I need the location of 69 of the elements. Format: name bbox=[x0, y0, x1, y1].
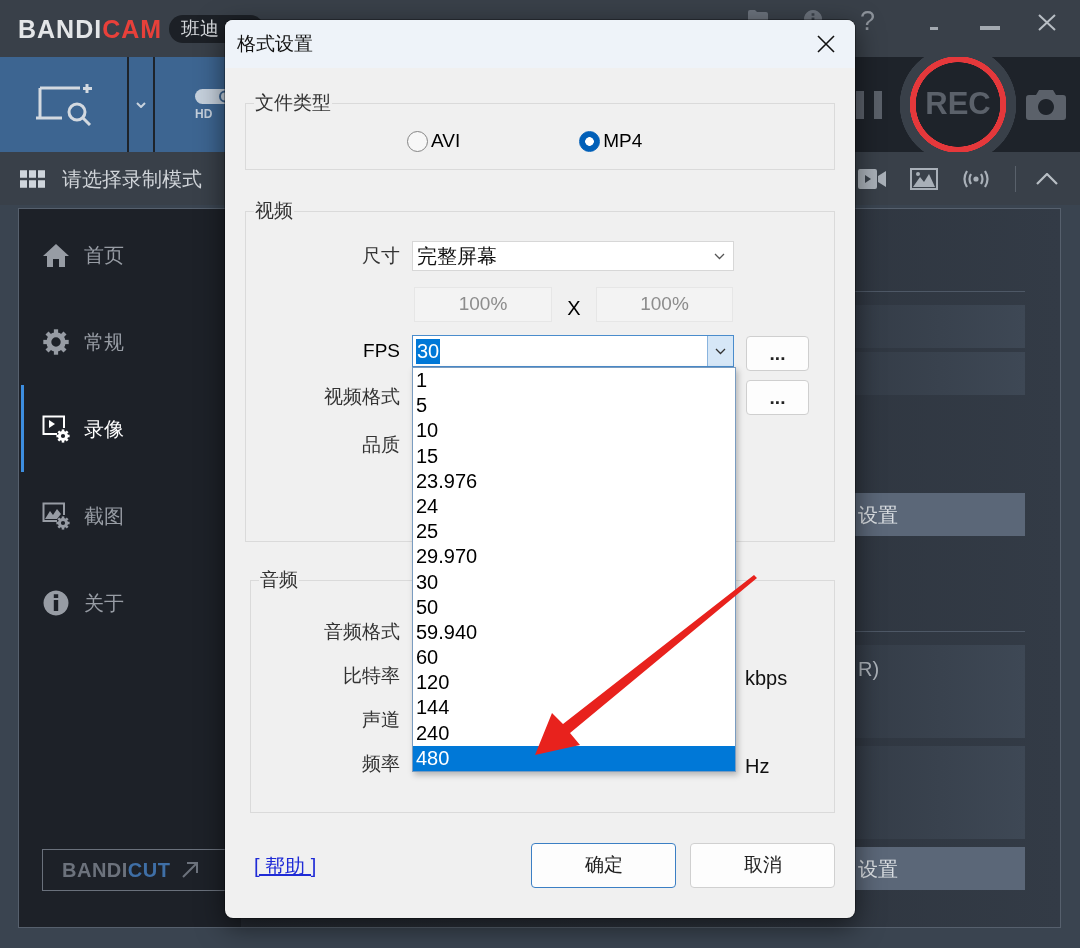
more-button[interactable]: ... bbox=[746, 380, 809, 415]
fps-option[interactable]: 144 bbox=[413, 695, 735, 721]
mode-title: 请选择录制模式 bbox=[62, 166, 202, 192]
field-label: 尺寸 bbox=[361, 243, 400, 268]
fps-option[interactable]: 30 bbox=[413, 569, 735, 595]
sidebar-item[interactable]: 截图 bbox=[21, 472, 241, 559]
info-icon bbox=[42, 588, 70, 617]
sidebar-item[interactable]: 常规 bbox=[21, 298, 241, 385]
chevron-down-icon bbox=[714, 252, 725, 260]
region-select-button[interactable] bbox=[0, 57, 127, 152]
settings-button[interactable]: 设置 bbox=[855, 493, 1025, 536]
fps-option[interactable]: 15 bbox=[413, 443, 735, 469]
help-link[interactable]: [ 帮助 ] bbox=[254, 850, 317, 881]
fps-option[interactable]: 59.940 bbox=[413, 619, 735, 646]
fps-option[interactable]: 120 bbox=[413, 670, 735, 696]
image-icon[interactable] bbox=[910, 167, 938, 190]
unit-label: kbps bbox=[745, 666, 788, 691]
field-label: 音频格式 bbox=[323, 619, 400, 644]
unit-label: Hz bbox=[745, 754, 770, 779]
field-label: 比特率 bbox=[342, 663, 400, 688]
device-mode-button[interactable]: HD bbox=[155, 57, 225, 152]
field-label: 视频格式 bbox=[323, 385, 400, 410]
times-label: X bbox=[566, 295, 582, 321]
option-panel: R) bbox=[855, 645, 1025, 738]
fps-option[interactable]: 50 bbox=[413, 594, 735, 620]
close-icon[interactable] bbox=[817, 35, 835, 53]
app-logo: BANDICAM bbox=[18, 15, 163, 43]
gear-icon bbox=[42, 327, 70, 356]
size-dropdown[interactable]: 完整屏幕 bbox=[412, 241, 734, 271]
camera-icon[interactable] bbox=[1026, 89, 1066, 120]
image-settings-icon bbox=[42, 501, 70, 530]
cancel-button[interactable]: 取消 bbox=[690, 843, 835, 888]
group-title: 音频 bbox=[259, 569, 299, 591]
fps-option[interactable]: 29.970 bbox=[413, 544, 735, 570]
sidebar-item[interactable]: 首页 bbox=[21, 211, 241, 298]
video-camera-icon[interactable] bbox=[858, 168, 886, 189]
fps-combobox[interactable]: 30 bbox=[412, 335, 734, 367]
fps-option[interactable]: 1 bbox=[413, 368, 735, 394]
chevron-up-icon[interactable] bbox=[1036, 172, 1058, 185]
fps-option[interactable]: 240 bbox=[413, 720, 735, 746]
field-label: 品质 bbox=[361, 432, 400, 457]
fps-option[interactable]: 24 bbox=[413, 493, 735, 520]
grid-icon[interactable] bbox=[20, 169, 45, 188]
group-title: 文件类型 bbox=[254, 92, 332, 114]
settings-button[interactable]: 设置 bbox=[855, 847, 1025, 890]
ok-button[interactable]: 确定 bbox=[531, 843, 676, 888]
group-title: 视频 bbox=[254, 200, 294, 222]
broadcast-icon[interactable] bbox=[962, 168, 990, 189]
pause-icon[interactable] bbox=[856, 90, 882, 119]
video-settings-icon bbox=[42, 414, 70, 443]
arrow-up-right-icon bbox=[182, 862, 199, 878]
field-label: 频率 bbox=[361, 751, 400, 776]
sidebar-item[interactable]: 关于 bbox=[21, 559, 241, 646]
chevron-down-icon bbox=[715, 347, 726, 355]
fps-option[interactable]: 5 bbox=[413, 393, 735, 419]
radio-button[interactable] bbox=[579, 130, 601, 152]
field-label: FPS bbox=[362, 338, 400, 363]
fps-option[interactable]: 25 bbox=[413, 519, 735, 545]
caret-icon bbox=[136, 101, 146, 108]
radio-label: AVI bbox=[431, 128, 461, 153]
region-magnifier-icon bbox=[34, 83, 93, 126]
field-label: 声道 bbox=[361, 707, 400, 732]
more-button[interactable]: ... bbox=[746, 336, 809, 371]
radio-button[interactable] bbox=[407, 130, 428, 152]
fps-option[interactable]: 60 bbox=[413, 645, 735, 671]
fps-option[interactable]: 23.976 bbox=[413, 468, 735, 494]
fps-option[interactable]: 10 bbox=[413, 418, 735, 444]
radio-label: MP4 bbox=[603, 128, 643, 153]
fps-option[interactable]: 480 bbox=[413, 745, 735, 771]
